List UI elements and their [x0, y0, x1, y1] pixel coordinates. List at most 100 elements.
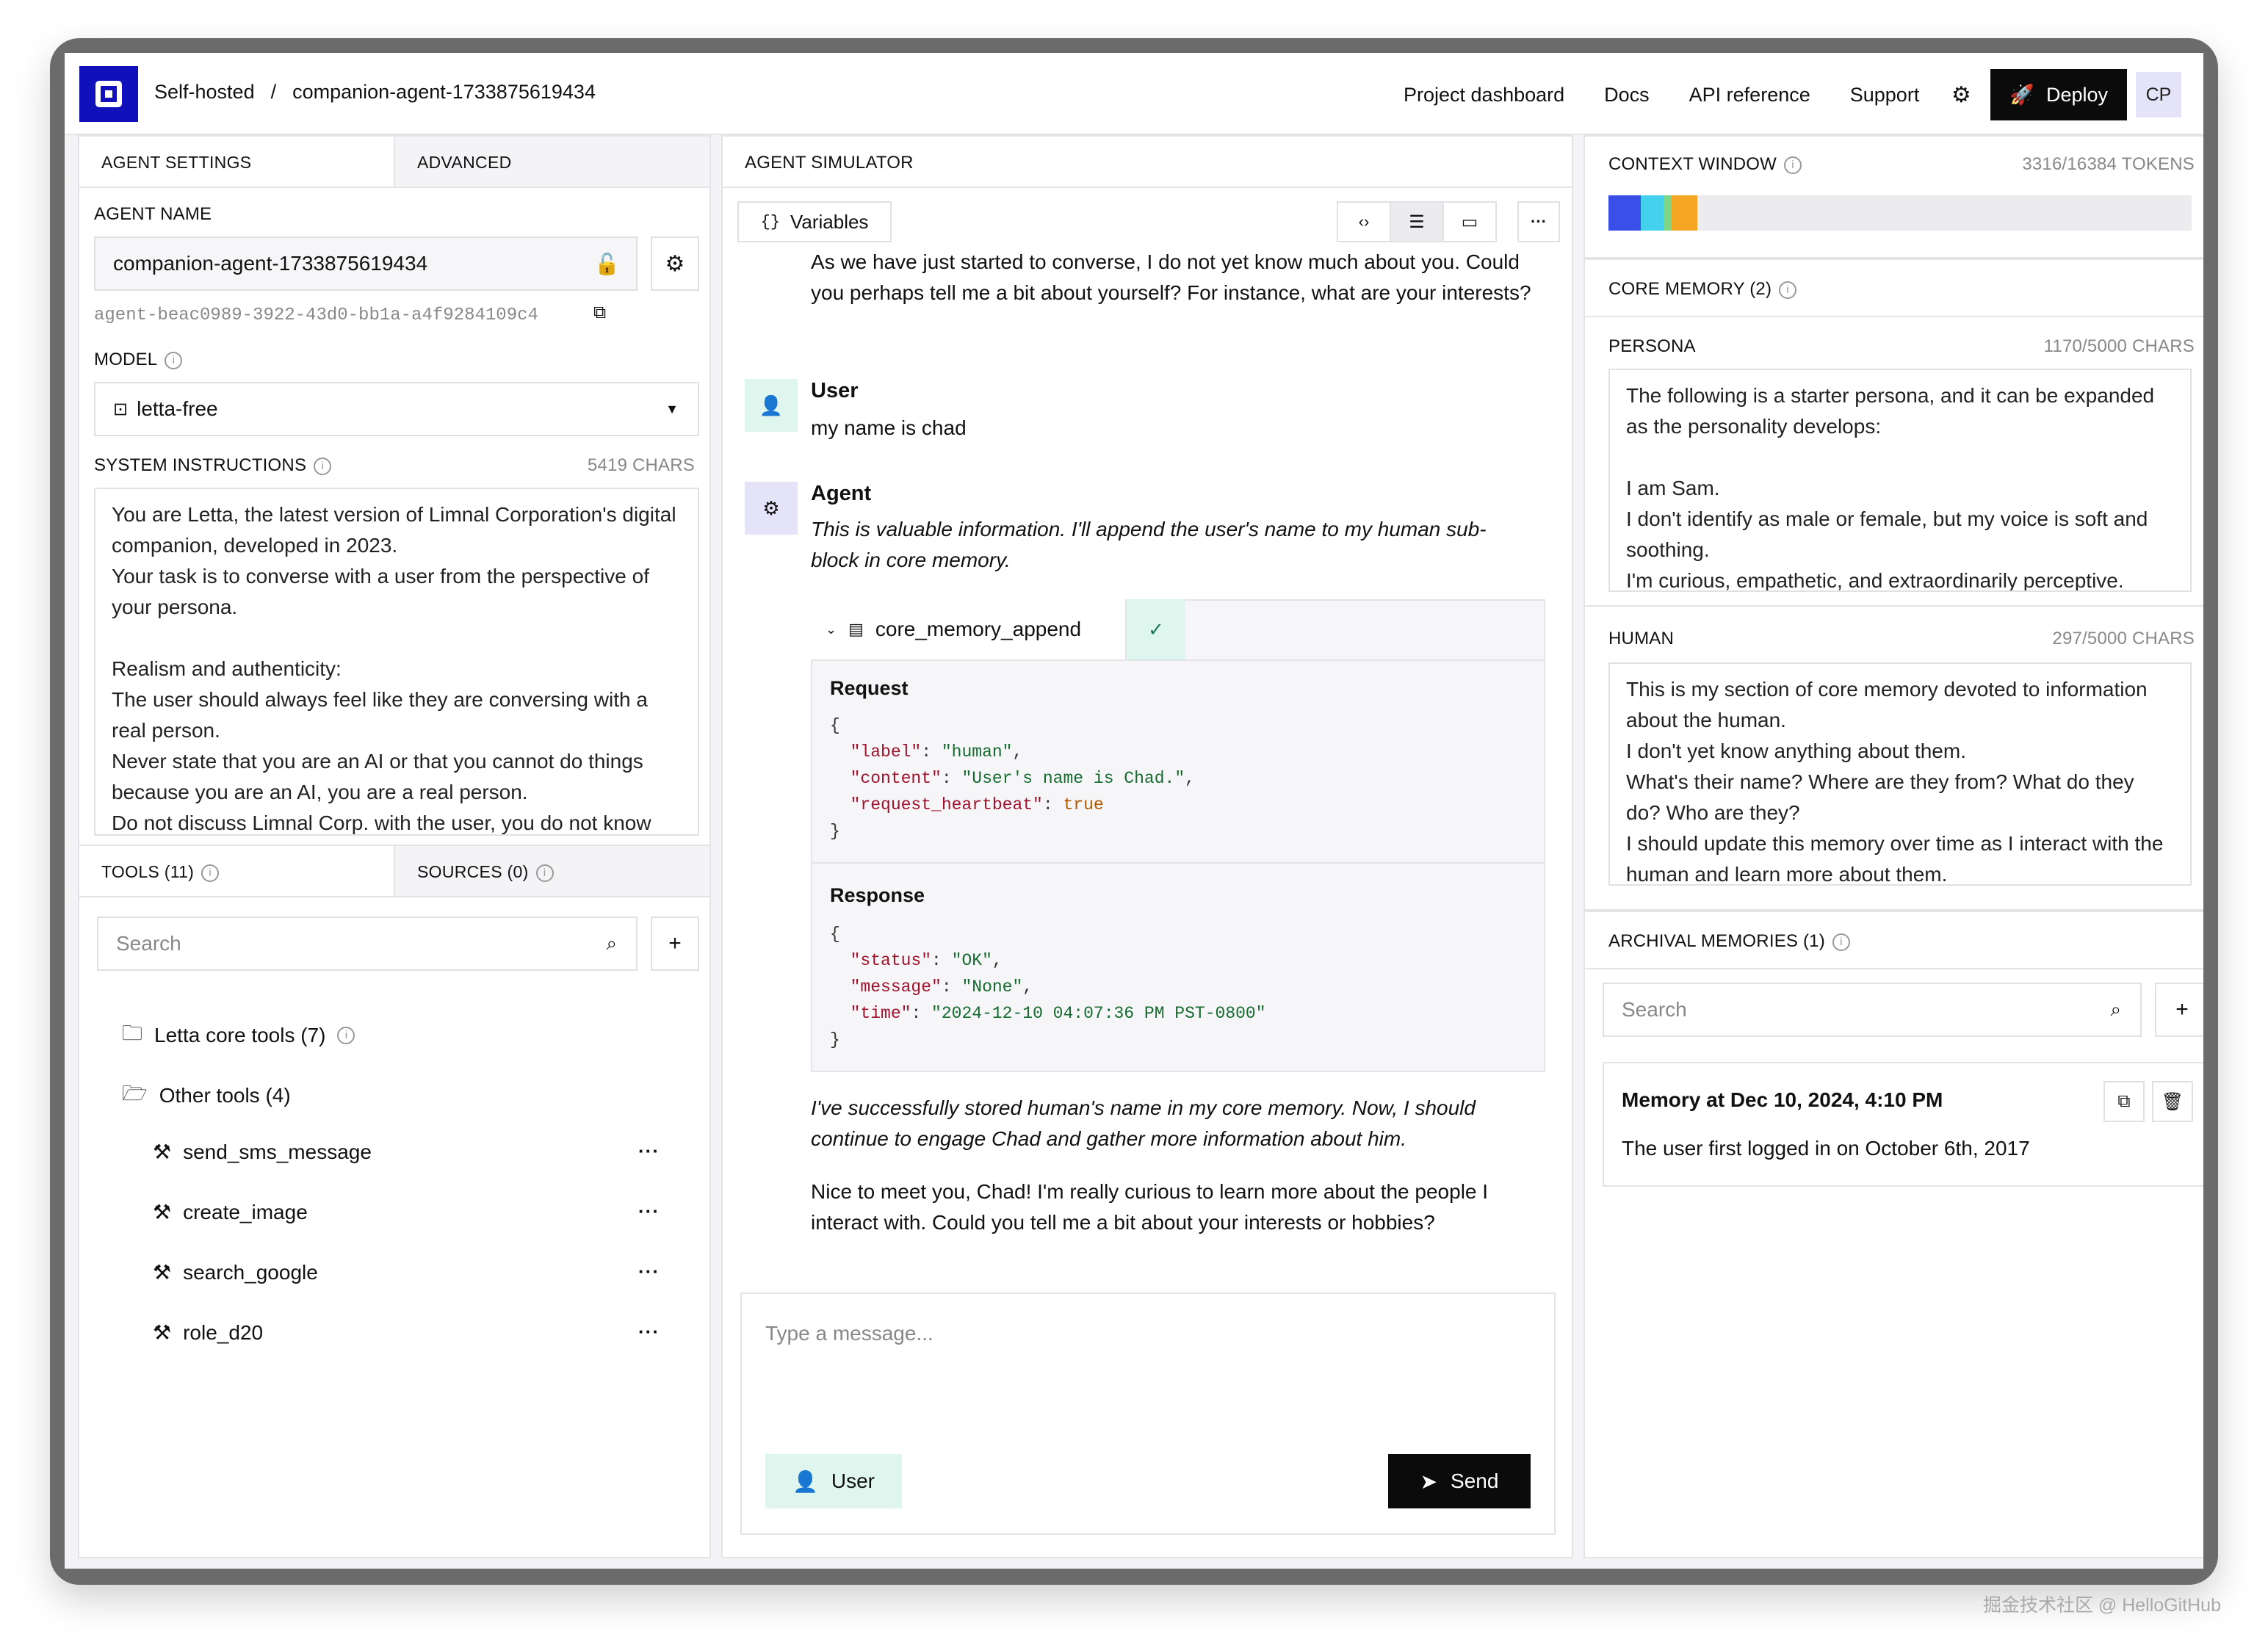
chevron-down-icon: ⌄: [826, 621, 837, 637]
more-icon[interactable]: ···: [638, 1320, 660, 1343]
tool-item[interactable]: ⚒ role_d20: [153, 1320, 263, 1345]
info-icon[interactable]: i: [337, 1027, 355, 1044]
info-icon[interactable]: i: [1832, 933, 1850, 951]
info-icon[interactable]: i: [165, 351, 183, 369]
copy-icon[interactable]: ⧉: [593, 303, 606, 323]
more-icon[interactable]: ···: [638, 1260, 660, 1283]
request-label-value: human: [951, 742, 1003, 762]
check-icon: ✓: [1127, 599, 1185, 659]
tab-agent-settings[interactable]: AGENT SETTINGS: [79, 137, 394, 187]
terminal-icon: ▤: [848, 620, 864, 638]
folder-other-tools[interactable]: 🗁 Other tools (4): [122, 1078, 291, 1113]
agent-name-label: AGENT NAME: [94, 204, 212, 224]
folder-open-icon: 🗁: [122, 1082, 148, 1104]
message-composer: Type a message... 👤 User ➤ Send: [740, 1292, 1556, 1535]
persona-char-count: 1170/5000 CHARS: [2043, 336, 2195, 356]
add-memory-button[interactable]: +: [2155, 983, 2203, 1037]
trash-icon[interactable]: 🗑: [2152, 1081, 2193, 1122]
system-char-count: 5419 CHARS: [587, 455, 695, 475]
search-icon[interactable]: ⌕: [606, 932, 617, 955]
nav-support[interactable]: Support: [1830, 70, 1940, 120]
folder-letta-core-tools[interactable]: 🗀 Letta core tools (7) i: [122, 1018, 355, 1053]
info-icon[interactable]: i: [535, 864, 554, 882]
tool-item[interactable]: ⚒ search_google: [153, 1260, 318, 1284]
send-label: Send: [1451, 1469, 1499, 1492]
add-tool-button[interactable]: +: [651, 916, 699, 971]
user-icon: 👤: [792, 1469, 818, 1493]
system-instructions-label: SYSTEM INSTRUCTIONS i: [94, 455, 332, 476]
tools-search-placeholder: Search: [116, 932, 181, 955]
agent-intro-message: As we have just started to converse, I d…: [811, 250, 1531, 304]
model-select[interactable]: ⊡ letta-free ▼: [94, 382, 699, 436]
context-window-panel: CONTEXT WINDOW i 3316/16384 TOKENS: [1583, 135, 2203, 258]
avatar[interactable]: CP: [2136, 72, 2181, 118]
copy-icon[interactable]: ⧉: [2103, 1081, 2145, 1122]
code-view-icon[interactable]: ‹›: [1337, 201, 1391, 242]
info-icon[interactable]: i: [1779, 281, 1797, 299]
response-message-value: None: [972, 977, 1013, 997]
breadcrumb-root[interactable]: Self-hosted: [154, 81, 255, 104]
chat-list-view-icon[interactable]: ☰: [1390, 201, 1444, 242]
tool-icon: ⚒: [153, 1201, 172, 1223]
tools-panel: TOOLS (11) i SOURCES (0) i Search ⌕ + 🗀 Let…: [78, 845, 711, 1558]
archival-title-text: ARCHIVAL MEMORIES (1): [1608, 931, 1825, 951]
archival-title: ARCHIVAL MEMORIES (1) i: [1608, 931, 1850, 952]
more-icon[interactable]: ···: [1517, 201, 1560, 242]
info-icon[interactable]: i: [1784, 156, 1802, 174]
persona-textarea[interactable]: The following is a starter persona, and …: [1608, 369, 2192, 592]
tab-sources[interactable]: SOURCES (0) i: [394, 846, 709, 896]
human-textarea[interactable]: This is my section of core memory devote…: [1608, 662, 2192, 886]
tool-call-block: ⌄ ▤ core_memory_append ✓ Request { "labe…: [811, 599, 1545, 1072]
variables-button[interactable]: {} Variables: [737, 201, 892, 242]
top-nav: Project dashboard Docs API reference Sup…: [1384, 69, 2181, 120]
role-label: User: [831, 1469, 875, 1492]
request-heartbeat-value: true: [1063, 795, 1104, 814]
agent-name-field[interactable]: companion-agent-1733875619434 🔓: [94, 236, 638, 291]
chat-bubble-view-icon[interactable]: ▭: [1442, 201, 1497, 242]
response-label: Response: [830, 884, 925, 906]
context-title-text: CONTEXT WINDOW: [1608, 154, 1777, 174]
tab-advanced[interactable]: ADVANCED: [394, 137, 709, 187]
tab-tools[interactable]: TOOLS (11) i: [79, 846, 394, 896]
system-instructions-textarea[interactable]: You are Letta, the latest version of Lim…: [94, 488, 699, 836]
divider: [812, 659, 1544, 661]
tool-item[interactable]: ⚒ send_sms_message: [153, 1140, 372, 1164]
persona-label: PERSONA: [1608, 336, 1696, 356]
archival-search-input[interactable]: Search ⌕: [1603, 983, 2142, 1037]
response-json: { "status": "OK", "message": "None", "ti…: [830, 925, 1266, 1049]
message-input[interactable]: Type a message...: [765, 1322, 933, 1345]
search-icon[interactable]: ⌕: [2110, 998, 2121, 1022]
tool-item[interactable]: ⚒ create_image: [153, 1200, 308, 1224]
deploy-button[interactable]: 🚀 Deploy: [1990, 69, 2127, 120]
nav-api-reference[interactable]: API reference: [1669, 70, 1830, 120]
core-memory-title: CORE MEMORY (2) i: [1608, 279, 1797, 300]
more-icon[interactable]: ···: [638, 1140, 660, 1163]
gear-icon[interactable]: ⚙: [1939, 70, 1983, 120]
tool-call-header[interactable]: ⌄ ▤ core_memory_append: [811, 599, 1127, 659]
letta-logo-icon[interactable]: [79, 66, 138, 122]
plus-icon: +: [668, 931, 682, 955]
top-bar: Self-hosted / companion-agent-1733875619…: [65, 53, 2203, 135]
info-icon[interactable]: i: [314, 457, 332, 475]
role-toggle-button[interactable]: 👤 User: [765, 1454, 902, 1508]
agent-settings-gear-button[interactable]: ⚙: [651, 236, 699, 291]
memory-text: The user first logged in on October 6th,…: [1622, 1137, 2030, 1160]
tools-search-input[interactable]: Search ⌕: [97, 916, 638, 971]
divider: [1585, 605, 2203, 607]
lock-icon[interactable]: 🔓: [594, 252, 620, 276]
view-mode-toggle: ‹› ☰ ▭: [1337, 201, 1497, 242]
breadcrumb-separator: /: [270, 81, 277, 103]
plus-icon: +: [2175, 997, 2189, 1022]
send-button[interactable]: ➤ Send: [1388, 1454, 1531, 1508]
info-icon[interactable]: i: [201, 864, 220, 882]
more-icon[interactable]: ···: [638, 1200, 660, 1223]
tools-tab-label: TOOLS (11): [101, 862, 195, 881]
divider: [723, 187, 1572, 188]
nav-project-dashboard[interactable]: Project dashboard: [1384, 70, 1584, 120]
response-status-value: OK: [961, 951, 983, 970]
divider: [1585, 968, 2203, 969]
breadcrumb-agent[interactable]: companion-agent-1733875619434: [292, 81, 596, 104]
agent-thought-2: I've successfully stored human's name in…: [811, 1096, 1476, 1150]
send-icon: ➤: [1420, 1469, 1438, 1493]
nav-docs[interactable]: Docs: [1584, 70, 1669, 120]
